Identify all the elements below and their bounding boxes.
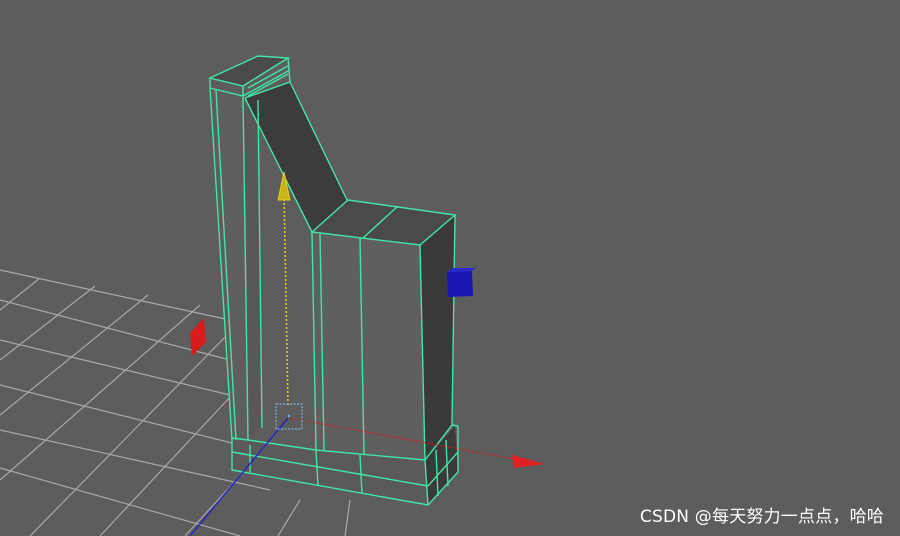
slope-top-face [245, 82, 347, 232]
block-side-face [420, 215, 455, 460]
z-axis-scale-handle-icon[interactable] [447, 271, 473, 297]
y-axis-line[interactable] [283, 189, 289, 406]
pivot-point-icon [287, 414, 291, 418]
3d-viewport[interactable]: CSDN @每天努力一点点，哈哈 [0, 0, 900, 536]
block-front-face [312, 232, 425, 460]
watermark-text: CSDN @每天努力一点点，哈哈 [639, 507, 884, 527]
x-axis-arrow-icon[interactable] [512, 455, 545, 468]
x-axis-scale-handle-icon[interactable] [190, 318, 206, 356]
viewport-scene[interactable] [0, 0, 900, 536]
ground-grid [0, 269, 351, 536]
